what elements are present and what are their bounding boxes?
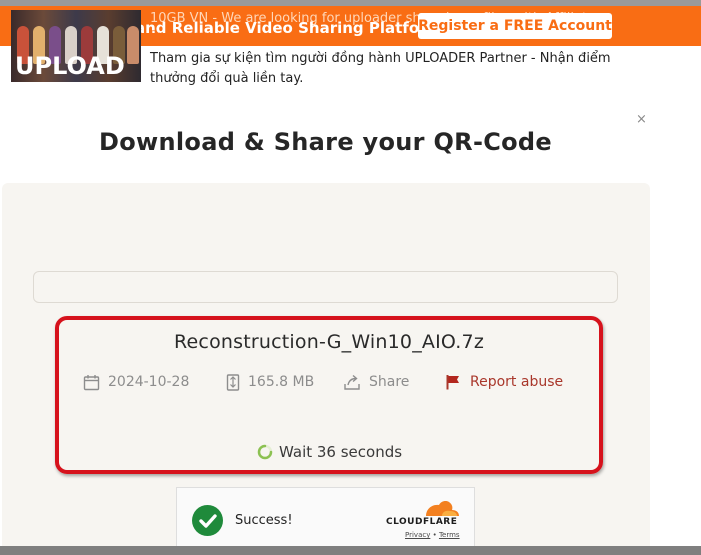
cloudflare-wordmark: CLOUDFLARE	[386, 517, 458, 527]
share-label[interactable]: Share	[369, 374, 409, 390]
links-separator: •	[432, 531, 437, 539]
terms-link[interactable]: Terms	[439, 531, 460, 539]
cloudflare-turnstile[interactable]: Success! CLOUDFLARE Privacy • Terms	[176, 487, 475, 555]
banner-thumbnail[interactable]: UPLOAD	[11, 10, 141, 82]
check-icon	[192, 505, 223, 536]
upload-logo: UPLOAD	[15, 52, 125, 80]
wait-text: Wait 36 seconds	[279, 443, 403, 461]
file-size-value: 165.8 MB	[248, 374, 315, 390]
cloudflare-links: Privacy • Terms	[405, 531, 460, 539]
file-name: Reconstruction-G_Win10_AIO.7z	[173, 331, 485, 353]
calendar-icon	[83, 374, 100, 390]
captcha-status: Success!	[235, 513, 293, 528]
banner-promo-line2: Programme	[150, 29, 226, 44]
report-abuse-link[interactable]: Report abuse	[446, 373, 563, 391]
wait-countdown: Wait 36 seconds	[257, 443, 402, 461]
file-size: 165.8 MB	[226, 373, 314, 391]
horizontal-scrollbar[interactable]	[0, 546, 701, 555]
file-date-value: 2024-10-28	[108, 374, 190, 390]
page-title: Download & Share your QR-Code	[99, 128, 552, 156]
file-date: 2024-10-28	[83, 373, 189, 391]
privacy-link[interactable]: Privacy	[405, 531, 430, 539]
share-link[interactable]: Share	[343, 373, 409, 391]
link-field[interactable]	[33, 271, 618, 303]
spinner-icon	[257, 444, 273, 460]
report-abuse-label[interactable]: Report abuse	[470, 374, 563, 390]
file-size-icon	[226, 373, 240, 391]
flag-icon	[446, 375, 459, 390]
cloudflare-logo-icon	[426, 501, 459, 516]
thumbnail-figure	[127, 26, 139, 64]
close-icon[interactable]: ×	[636, 112, 647, 127]
share-icon	[344, 374, 360, 390]
banner-description[interactable]: Tham gia sự kiện tìm người đồng hành UPL…	[150, 49, 640, 89]
